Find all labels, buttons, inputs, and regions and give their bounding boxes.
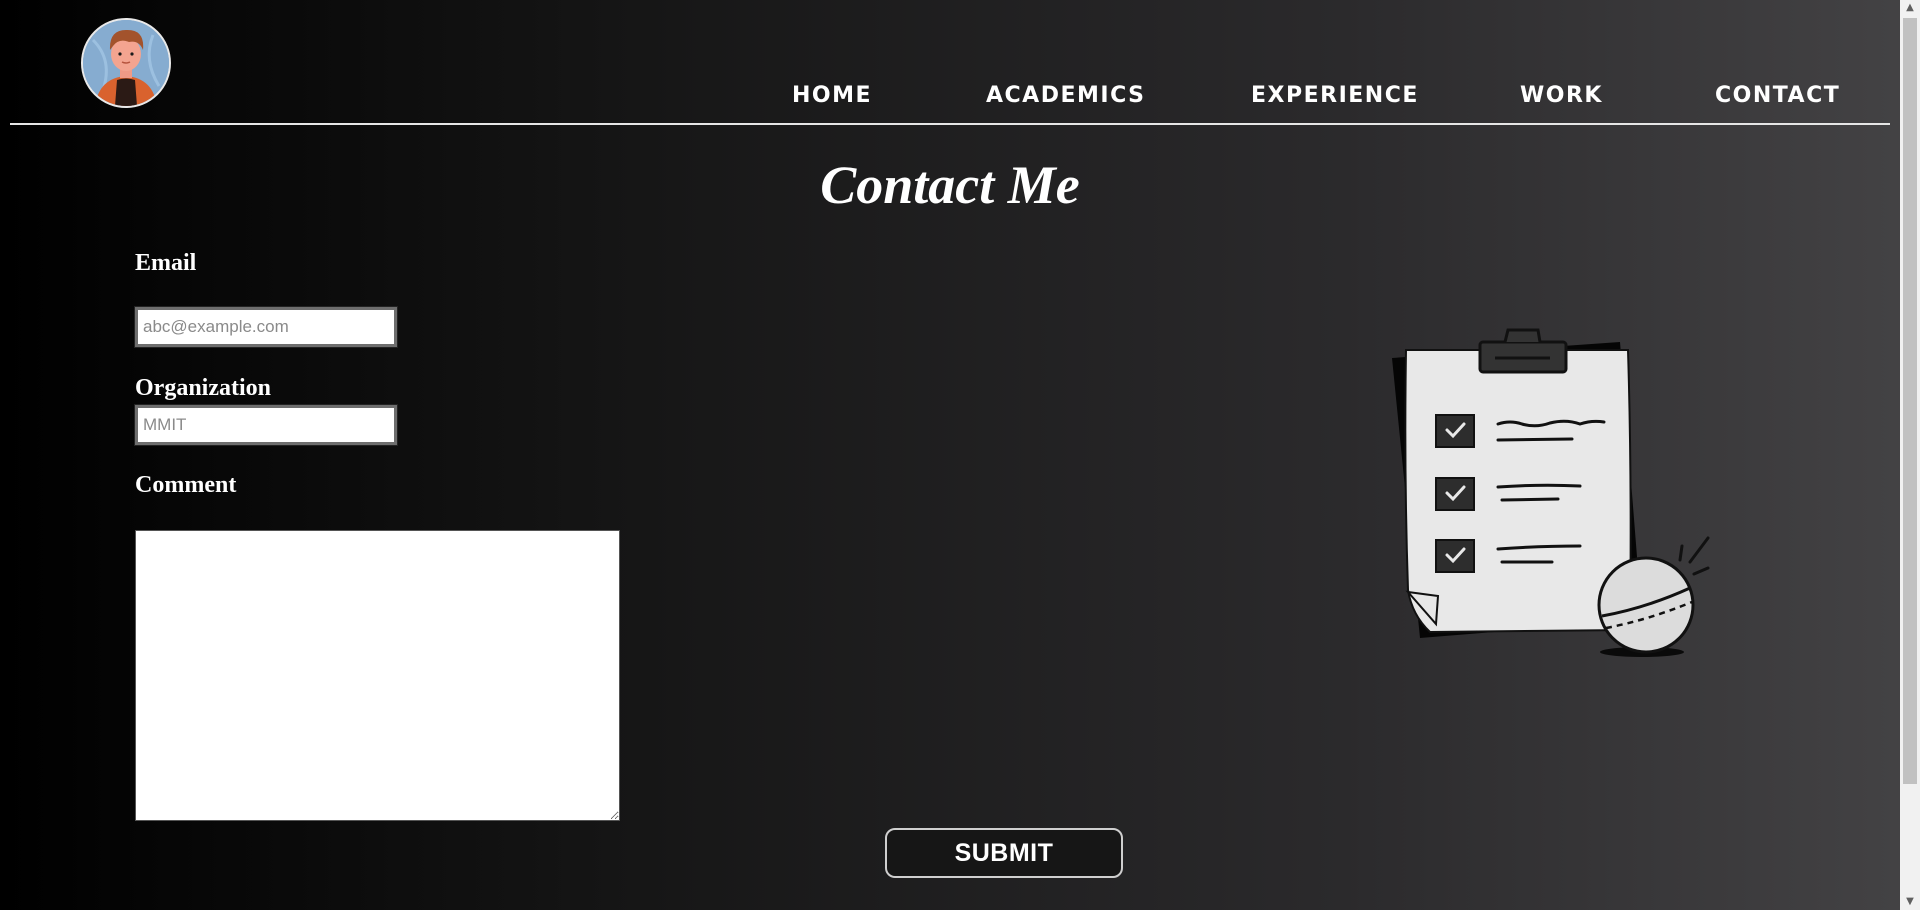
nav-contact-link[interactable]: CONTACT (1715, 83, 1840, 108)
contact-page: HOME ACADEMICS EXPERIENCE WORK CONTACT C… (0, 0, 1900, 910)
submit-button[interactable]: SUBMIT (885, 828, 1123, 878)
organization-label: Organization (135, 375, 271, 401)
page-scrollbar[interactable]: ▲ ▼ (1900, 0, 1920, 910)
main-nav: HOME ACADEMICS EXPERIENCE WORK CONTACT (0, 83, 1900, 113)
scroll-up-arrow-icon[interactable]: ▲ (1900, 0, 1920, 16)
page-title: Contact Me (820, 155, 1080, 215)
nav-academics-link[interactable]: ACADEMICS (986, 83, 1145, 108)
comment-label: Comment (135, 472, 237, 498)
comment-textarea[interactable] (135, 530, 620, 821)
scroll-thumb[interactable] (1903, 18, 1917, 784)
header-divider (10, 123, 1890, 125)
organization-field[interactable] (134, 404, 398, 446)
email-label: Email (135, 250, 197, 276)
nav-work-link[interactable]: WORK (1520, 83, 1603, 108)
scroll-down-arrow-icon[interactable]: ▼ (1900, 894, 1920, 910)
nav-home-link[interactable]: HOME (792, 83, 872, 108)
email-field[interactable] (134, 306, 398, 348)
clipboard-checklist-with-ball-icon (1380, 320, 1720, 660)
nav-experience-link[interactable]: EXPERIENCE (1251, 83, 1419, 108)
